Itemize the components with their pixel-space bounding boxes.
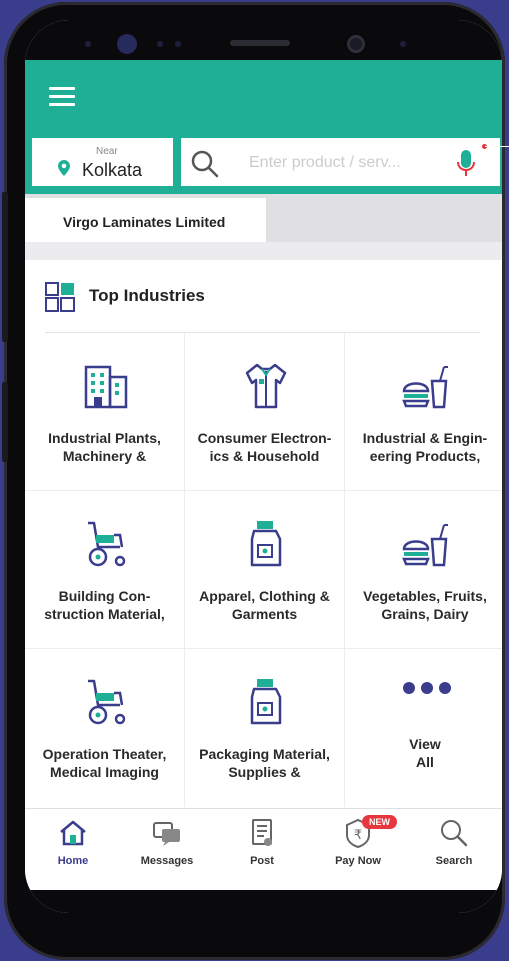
annotation-line [485, 146, 509, 147]
phone-bottom-bezel [25, 890, 502, 913]
recent-chip[interactable]: Virgo Laminates Limited [25, 198, 266, 242]
nav-post[interactable]: Post [216, 817, 308, 867]
industry-label: Packaging Material, Supplies & [199, 746, 330, 780]
new-badge: NEW [362, 815, 397, 829]
sensor [400, 41, 406, 47]
side-button [2, 382, 8, 462]
nav-label: Post [250, 855, 274, 867]
industry-label: Vegetables, Fruits, Grains, Dairy [363, 588, 487, 622]
nav-label: Home [57, 855, 89, 867]
location-selector[interactable]: Near Kolkata [30, 136, 175, 188]
phone-top-bezel [25, 20, 502, 60]
grid-icon [45, 282, 75, 312]
industry-label: Operation Theater, Medical Imaging [42, 746, 167, 780]
industry-item[interactable]: Consumer Electron-ics & Household [185, 333, 345, 491]
building-icon [84, 365, 128, 409]
nav-pay-now[interactable]: ₹ NEW Pay Now [312, 815, 404, 867]
location-near-label: Near [96, 146, 118, 157]
nav-messages[interactable]: Messages [121, 817, 213, 867]
burger-drink-icon [402, 366, 448, 409]
nav-home[interactable]: Home [27, 817, 119, 867]
camera-icon [347, 35, 365, 53]
messages-icon [153, 822, 180, 846]
phone-frame: Near Kolkata Enter product / serv... Vir… [2, 2, 505, 960]
app-bar [25, 60, 502, 132]
industry-item[interactable]: Building Con-struction Material, [25, 491, 185, 649]
sensor [85, 41, 91, 47]
nav-label: Pay Now [335, 855, 381, 867]
search-field[interactable]: Enter product / serv... [179, 136, 502, 188]
industry-grid: Industrial Plants, Machinery & Consumer … [25, 333, 502, 808]
search-input[interactable]: Enter product / serv... [249, 154, 401, 172]
home-icon [60, 820, 86, 846]
industry-item[interactable]: Apparel, Clothing & Garments [185, 491, 345, 649]
milk-carton-icon [250, 679, 282, 725]
section-title: Top Industries [89, 286, 205, 305]
speaker-grille [230, 40, 290, 46]
search-icon[interactable] [191, 150, 219, 178]
industry-label: Apparel, Clothing & Garments [199, 588, 330, 622]
more-dots-icon [397, 681, 457, 697]
location-city: Kolkata [82, 160, 143, 180]
industry-label: Building Con-struction Material, [44, 588, 165, 622]
nav-label: Messages [140, 855, 194, 867]
industry-item[interactable]: Industrial Plants, Machinery & [25, 333, 185, 491]
microphone-icon[interactable] [455, 148, 477, 180]
nav-label: Search [435, 855, 473, 867]
milk-carton-icon [250, 521, 282, 567]
nav-search[interactable]: Search [408, 817, 500, 867]
wheelchair-icon [88, 521, 126, 567]
location-pin-icon [58, 160, 70, 181]
side-button [2, 192, 8, 342]
wheelchair-icon [88, 679, 126, 725]
industry-label: Industrial & Engin-eering Products, [362, 430, 488, 464]
bottom-navigation: Home Messages Post ₹ NEW Pay Now Search [25, 808, 502, 890]
industry-label: Industrial Plants, Machinery & [48, 430, 161, 464]
sensor [157, 41, 163, 47]
front-camera-icon [117, 34, 137, 54]
industry-label: Consumer Electron-ics & Household [197, 430, 332, 464]
industry-item[interactable]: Vegetables, Fruits, Grains, Dairy [345, 491, 502, 649]
sensor [175, 41, 181, 47]
post-icon [252, 819, 272, 846]
shirt-icon [245, 363, 287, 409]
burger-drink-icon [402, 524, 448, 567]
industry-item[interactable]: Industrial & Engin-eering Products, [345, 333, 502, 491]
search-row: Near Kolkata Enter product / serv... [25, 132, 502, 194]
top-industries-section: Top Industries Industrial Plants, Machin… [25, 260, 502, 808]
search-icon [441, 820, 468, 847]
recent-searches: Virgo Laminates Limited [25, 194, 502, 242]
view-all-label: View All [409, 736, 441, 770]
industry-item[interactable]: Operation Theater, Medical Imaging [25, 649, 185, 807]
hamburger-icon[interactable] [49, 87, 75, 107]
screen: Near Kolkata Enter product / serv... Vir… [25, 20, 502, 913]
svg-text:₹: ₹ [354, 828, 362, 843]
view-all-button[interactable]: View All [345, 649, 502, 807]
industry-item[interactable]: Packaging Material, Supplies & [185, 649, 345, 807]
